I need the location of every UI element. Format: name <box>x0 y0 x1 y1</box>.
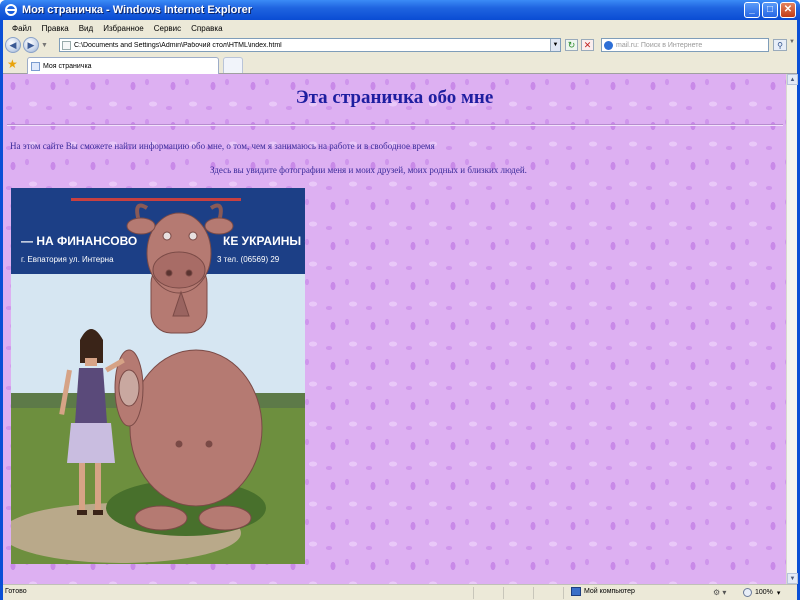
zoom-level: 100% <box>755 589 773 596</box>
ie-logo-icon <box>5 4 17 16</box>
refresh-icon: ↻ <box>567 39 576 50</box>
search-box[interactable]: mail.ru: Поиск в Интернете <box>601 38 769 52</box>
photos-caption: Здесь вы увидите фотографии меня и моих … <box>210 165 527 175</box>
browser-window: Моя страничка - Windows Internet Explore… <box>0 0 800 600</box>
navigation-bar: ◀ ▶ ▼ C:\Documents and Settings\Admin\Ра… <box>3 36 797 54</box>
computer-icon <box>571 587 581 596</box>
vertical-scrollbar[interactable]: ▲ ▼ <box>786 74 798 584</box>
address-bar[interactable]: C:\Documents and Settings\Admin\Рабочий … <box>59 38 561 52</box>
address-dropdown-icon[interactable]: ▼ <box>550 39 560 51</box>
status-bar: Готово Мой компьютер ⚙ ▾ 100% ▾ <box>3 584 797 600</box>
status-divider <box>563 587 564 599</box>
zoom-icon <box>743 588 752 597</box>
status-divider <box>533 587 534 599</box>
stop-button[interactable]: ✕ <box>581 39 594 51</box>
back-button[interactable]: ◀ <box>5 37 21 53</box>
protected-mode-icon[interactable]: ⚙ ▾ <box>713 588 726 597</box>
menu-file[interactable]: Файл <box>7 24 37 33</box>
address-input[interactable]: C:\Documents and Settings\Admin\Рабочий … <box>74 42 282 49</box>
status-text: Готово <box>5 588 27 595</box>
history-dropdown-icon[interactable]: ▼ <box>41 42 48 49</box>
billboard-line2b: 3 тел. (06569) 29 <box>217 255 280 264</box>
tab-bar: ★ Моя страничка <box>3 54 797 74</box>
favorites-star-icon[interactable]: ★ <box>7 57 18 71</box>
security-zone[interactable]: Мой компьютер <box>571 587 635 596</box>
tab-page-icon <box>31 61 40 71</box>
intro-paragraph: На этом сайте Вы сможете найти информаци… <box>10 141 435 151</box>
new-tab-button[interactable] <box>223 57 243 73</box>
maximize-button[interactable]: □ <box>762 2 778 18</box>
zone-label: Мой компьютер <box>584 588 635 595</box>
menu-tools[interactable]: Сервис <box>149 24 186 33</box>
search-input[interactable]: mail.ru: Поиск в Интернете <box>616 42 702 49</box>
scroll-down-button[interactable]: ▼ <box>787 573 798 584</box>
menu-bar: Файл Правка Вид Избранное Сервис Справка <box>3 20 797 36</box>
menu-favorites[interactable]: Избранное <box>98 24 149 33</box>
close-button[interactable]: ✕ <box>780 2 796 18</box>
page-viewport: Эта страничка обо мне На этом сайте Вы с… <box>3 74 786 584</box>
zoom-control[interactable]: 100% ▾ <box>743 588 780 597</box>
forward-arrow-icon: ▶ <box>27 39 35 50</box>
horizontal-rule <box>7 124 783 126</box>
minimize-button[interactable]: _ <box>744 2 760 18</box>
title-bar: Моя страничка - Windows Internet Explore… <box>0 0 800 20</box>
menu-edit[interactable]: Правка <box>37 24 74 33</box>
magnifier-icon: ⚲ <box>777 40 783 50</box>
menu-view[interactable]: Вид <box>74 24 98 33</box>
billboard-line2: г. Евпатория ул. Интерна <box>21 255 114 264</box>
search-button[interactable]: ⚲ <box>773 39 787 51</box>
zoom-dropdown-icon[interactable]: ▾ <box>777 589 781 597</box>
photo-with-statue: — НА ФИНАНСОВО КЕ УКРАИНЫ - г. Евпатория… <box>11 188 305 564</box>
forward-button[interactable]: ▶ <box>23 37 39 53</box>
window-title: Моя страничка - Windows Internet Explore… <box>22 4 252 16</box>
billboard-line1b: КЕ УКРАИНЫ - <box>223 234 305 248</box>
status-divider <box>503 587 504 599</box>
refresh-button[interactable]: ↻ <box>565 39 578 51</box>
page-heading: Эта страничка обо мне <box>295 87 494 108</box>
page-icon <box>62 40 71 50</box>
back-arrow-icon: ◀ <box>9 39 17 50</box>
search-options-dropdown-icon[interactable]: ▼ <box>789 39 795 45</box>
billboard-line1: — НА ФИНАНСОВО <box>21 234 137 248</box>
search-provider-icon <box>604 40 613 50</box>
tab-active[interactable]: Моя страничка <box>27 57 219 74</box>
status-divider <box>473 587 474 599</box>
tab-label: Моя страничка <box>43 62 92 70</box>
menu-help[interactable]: Справка <box>186 24 227 33</box>
stop-icon: ✕ <box>583 39 592 50</box>
window-controls: _ □ ✕ <box>744 2 796 18</box>
scroll-up-button[interactable]: ▲ <box>787 74 798 85</box>
